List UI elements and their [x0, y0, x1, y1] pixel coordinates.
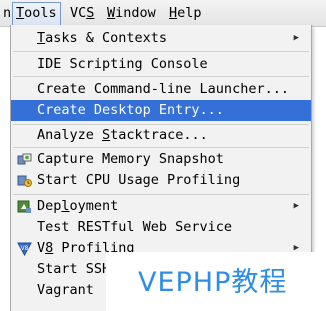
menu-item-label: Analyze — [37, 127, 103, 143]
menu-item-label: T — [37, 30, 46, 46]
menu-item-create-command-line-launcher[interactable]: Create Command-line Launcher... — [11, 79, 311, 100]
menu-item-label: IDE Scripting Console — [37, 56, 208, 72]
menu-tools[interactable]: Tools — [12, 2, 61, 26]
separator — [13, 51, 309, 52]
watermark-overlay: VEPHP教程 — [106, 252, 326, 311]
menu-item-label: Create Command-line Launcher... — [37, 81, 289, 97]
separator — [13, 76, 309, 77]
menu-item-deployment[interactable]: Deployment ▶ — [11, 196, 311, 217]
menu-item-label: Vagrant — [37, 282, 94, 298]
menu-item-label: Test RESTful Web Service — [37, 219, 233, 235]
menu-item-label: Dep — [37, 198, 62, 214]
menu-item-label: V — [37, 240, 46, 256]
menu-window[interactable]: Window — [104, 3, 159, 24]
menu-item-analyze-stacktrace[interactable]: Analyze Stacktrace... — [11, 125, 311, 146]
menu-item-label: Capture Memory Snapshot — [37, 151, 224, 167]
separator — [13, 147, 309, 148]
submenu-arrow-icon: ▶ — [293, 33, 299, 43]
menu-item-start-cpu-usage-profiling[interactable]: Start CPU Usage Profiling — [11, 170, 311, 191]
menu-help[interactable]: Help — [166, 3, 205, 24]
deployment-icon — [17, 200, 31, 213]
menu-item-tasks-contexts[interactable]: Tasks & Contexts ▶ — [11, 28, 311, 49]
separator — [13, 194, 309, 195]
v8-icon: V8 — [17, 242, 32, 256]
svg-text:V8: V8 — [21, 245, 29, 252]
menu-item-capture-memory-snapshot[interactable]: Capture Memory Snapshot — [11, 149, 311, 170]
menu-item-label: Start SSH — [37, 261, 111, 277]
menu-item-test-restful-web-service[interactable]: Test RESTful Web Service — [11, 217, 311, 238]
cpu-profiling-icon — [17, 175, 32, 187]
menu-bar: n Tools VCS Window Help — [0, 0, 326, 27]
memory-snapshot-icon — [17, 153, 32, 165]
menu-item-create-desktop-entry[interactable]: Create Desktop Entry... — [11, 100, 311, 121]
submenu-arrow-icon: ▶ — [293, 201, 299, 211]
menu-vcs[interactable]: VCS — [67, 3, 97, 24]
watermark-text: VEPHP教程 — [138, 267, 288, 298]
menu-item-label: Create Desktop Entry... — [37, 102, 224, 118]
menu-item-label: Start CPU Usage Profiling — [37, 172, 241, 188]
menu-item-ide-scripting-console[interactable]: IDE Scripting Console — [11, 54, 311, 75]
